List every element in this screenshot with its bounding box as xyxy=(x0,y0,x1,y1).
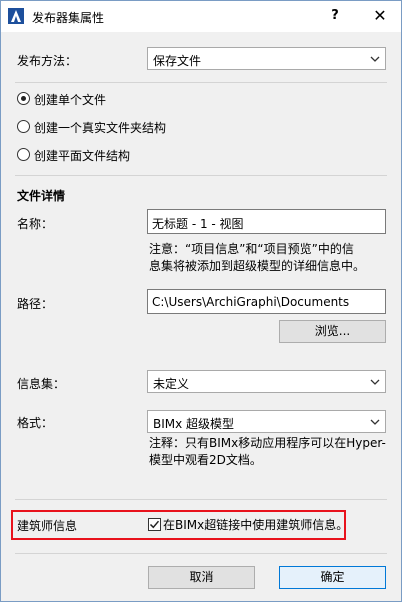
format-label: 格式： xyxy=(17,416,54,430)
path-input-value: C:\Users\ArchiGraphi\Documents xyxy=(152,295,350,309)
path-label: 路径： xyxy=(17,297,54,311)
window-title: 发布器集属性 xyxy=(32,11,105,25)
publish-method-select[interactable]: 保存文件 xyxy=(147,47,386,70)
info-set-select[interactable]: 未定义 xyxy=(147,370,386,393)
architect-info-label: 建筑师信息 xyxy=(17,519,78,533)
divider xyxy=(15,175,387,176)
help-button[interactable]: ? xyxy=(322,4,348,28)
publish-method-label: 发布方法： xyxy=(17,54,78,68)
format-value: BIMx 超级模型 xyxy=(153,417,235,431)
radio-button[interactable] xyxy=(17,148,30,161)
architect-info-checkbox-label[interactable]: 在BIMx超链接中使用建筑师信息。 xyxy=(163,516,348,533)
chevron-down-icon xyxy=(370,419,380,425)
cancel-button[interactable]: 取消 xyxy=(148,566,255,589)
publisher-set-properties-dialog: 发布器集属性 ? ✕ 发布方法： 保存文件 创建单个文件 创建一个真实文件夹结构… xyxy=(0,0,402,602)
name-input-value: 无标题 - 1 - 视图 xyxy=(152,217,244,231)
chevron-down-icon xyxy=(370,379,380,385)
radio-button-selected[interactable] xyxy=(17,92,30,105)
browse-button[interactable]: 浏览... xyxy=(279,320,386,343)
divider xyxy=(15,553,387,554)
format-note-line: 注释：只有BIMx移动应用程序可以在Hyper- xyxy=(149,436,386,450)
name-note: 注意：“项目信息”和“项目预览”中的信 息集将被添加到超级模型的详细信息中。 xyxy=(149,241,365,275)
archicad-app-icon xyxy=(8,8,24,24)
checkmark-icon xyxy=(149,520,160,529)
chevron-down-icon xyxy=(370,56,380,62)
name-label: 名称： xyxy=(17,217,54,231)
radio-label: 创建单个文件 xyxy=(34,93,107,107)
radio-flat-file-structure[interactable]: 创建平面文件结构 xyxy=(17,147,217,163)
architect-info-checkbox[interactable] xyxy=(148,518,161,531)
radio-label: 创建一个真实文件夹结构 xyxy=(34,121,167,135)
format-select[interactable]: BIMx 超级模型 xyxy=(147,410,386,433)
radio-label: 创建平面文件结构 xyxy=(34,149,131,163)
radio-real-folder-structure[interactable]: 创建一个真实文件夹结构 xyxy=(17,119,217,135)
publish-method-value: 保存文件 xyxy=(153,54,202,68)
format-note-line: 模型中观看2D文档。 xyxy=(149,453,262,467)
divider xyxy=(15,82,387,83)
name-note-line: 注意：“项目信息”和“项目预览”中的信 xyxy=(149,242,354,256)
title-bar[interactable]: 发布器集属性 ? ✕ xyxy=(1,1,401,32)
radio-single-file[interactable]: 创建单个文件 xyxy=(17,91,217,107)
info-set-label: 信息集： xyxy=(17,377,66,391)
path-input[interactable]: C:\Users\ArchiGraphi\Documents xyxy=(147,289,386,314)
name-note-line: 息集将被添加到超级模型的详细信息中。 xyxy=(149,259,366,273)
divider xyxy=(15,499,387,500)
file-details-heading: 文件详情 xyxy=(17,189,66,203)
name-input[interactable]: 无标题 - 1 - 视图 xyxy=(147,209,386,234)
format-note: 注释：只有BIMx移动应用程序可以在Hyper- 模型中观看2D文档。 xyxy=(149,435,386,469)
info-set-value: 未定义 xyxy=(153,377,190,391)
radio-button[interactable] xyxy=(17,120,30,133)
ok-button[interactable]: 确定 xyxy=(279,566,386,589)
close-button[interactable]: ✕ xyxy=(365,4,395,28)
